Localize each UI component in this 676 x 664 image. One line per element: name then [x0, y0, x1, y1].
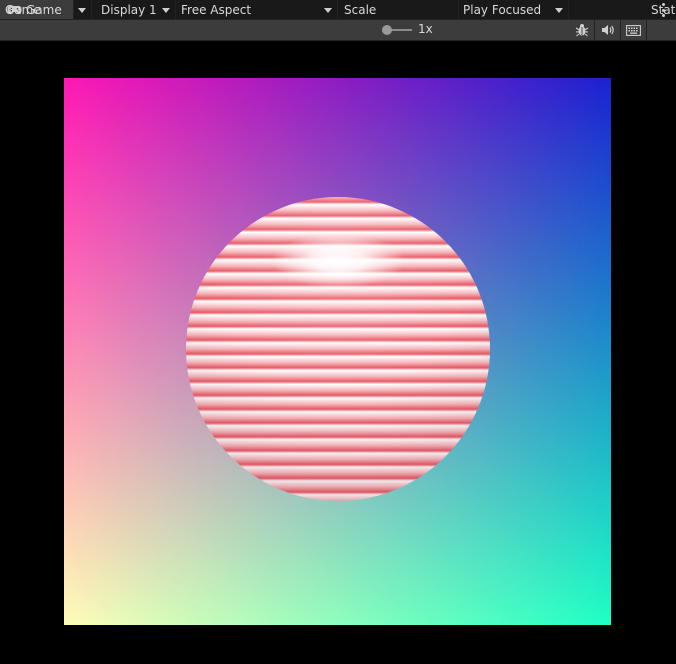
scale-control: Scale	[338, 0, 459, 20]
aspect-select-label: Free Aspect	[181, 3, 252, 17]
scale-value: 1x	[418, 22, 433, 36]
striped-sphere	[186, 197, 490, 501]
scale-slider-handle[interactable]	[382, 25, 392, 35]
stats-button[interactable]: Stat	[647, 0, 676, 20]
stats-label: Stat	[651, 3, 676, 17]
play-mode-select[interactable]: Play Focused	[459, 0, 569, 20]
chevron-down-icon	[78, 8, 86, 13]
sphere-highlight	[186, 197, 490, 501]
chevron-down-icon	[555, 8, 563, 13]
speaker-icon[interactable]	[595, 20, 621, 40]
keyboard-icon[interactable]	[621, 20, 647, 40]
view-select[interactable]: Game	[0, 0, 92, 20]
aspect-select[interactable]: Free Aspect	[176, 0, 338, 20]
play-mode-label: Play Focused	[463, 3, 542, 17]
chevron-down-icon	[324, 8, 332, 13]
display-select[interactable]: Display 1	[92, 0, 176, 20]
scale-label: Scale	[344, 3, 377, 17]
chevron-down-icon	[162, 8, 170, 13]
bug-icon[interactable]	[569, 20, 595, 40]
display-select-label: Display 1	[101, 3, 157, 17]
view-select-label: Game	[5, 3, 41, 17]
